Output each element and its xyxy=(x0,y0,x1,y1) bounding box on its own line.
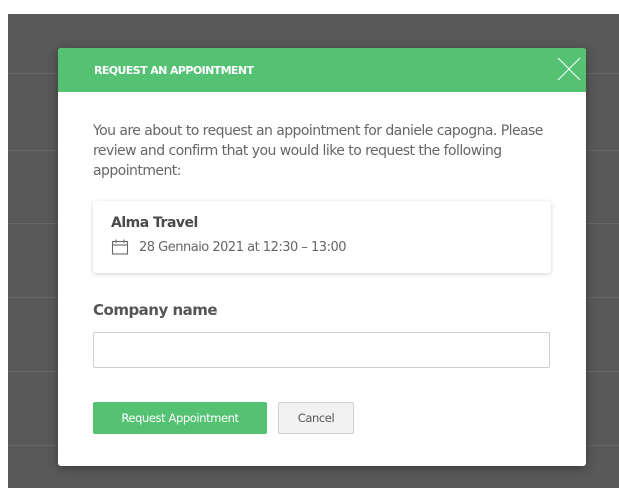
cancel-button[interactable]: Cancel xyxy=(278,402,354,434)
intro-text: You are about to request an appointment … xyxy=(93,123,543,179)
appointment-company: Alma Travel xyxy=(111,215,198,231)
modal-title: REQUEST AN APPOINTMENT xyxy=(94,64,254,77)
appointment-datetime: 28 Gennaio 2021 at 12:30 – 13:00 xyxy=(139,239,347,255)
company-name-label: Company name xyxy=(93,301,218,319)
appointment-card: Alma Travel 28 Gennaio 2021 at 12:30 – 1… xyxy=(93,201,551,273)
close-icon xyxy=(557,57,581,81)
modal-header: REQUEST AN APPOINTMENT xyxy=(58,48,586,92)
request-appointment-button[interactable]: Request Appointment xyxy=(93,402,267,434)
request-appointment-modal: REQUEST AN APPOINTMENT You are about to … xyxy=(58,48,586,466)
close-button[interactable] xyxy=(554,56,584,84)
appointment-datetime-row: 28 Gennaio 2021 at 12:30 – 13:00 xyxy=(111,239,347,255)
company-name-input[interactable] xyxy=(93,332,550,368)
calendar-icon xyxy=(111,239,129,255)
